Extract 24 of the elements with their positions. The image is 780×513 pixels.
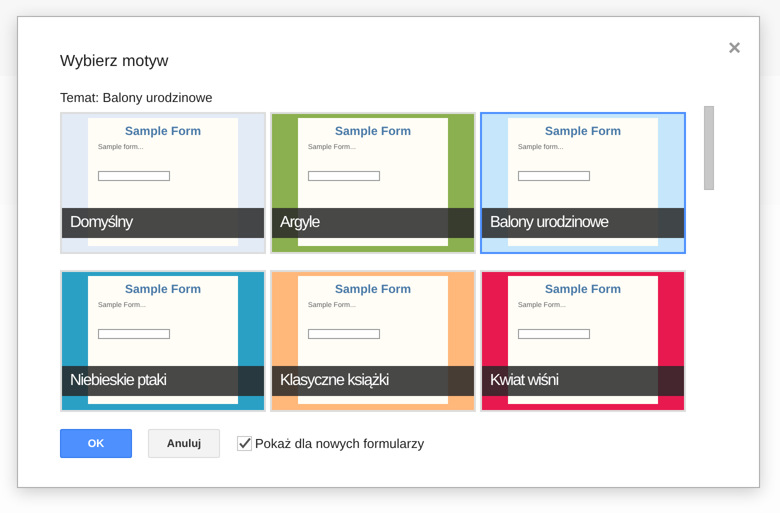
current-theme-label: Temat: Balony urodzinowe: [60, 90, 214, 105]
preview-title: Sample Form: [544, 282, 622, 296]
preview-field: [308, 171, 380, 181]
cancel-button[interactable]: Anuluj: [148, 429, 220, 458]
preview-field: [98, 329, 170, 339]
preview-title: Sample Form: [334, 282, 412, 296]
theme-name: Niebieskie ptaki: [62, 366, 264, 396]
preview-title: Sample Form: [334, 124, 412, 138]
checkbox-label: Pokaż dla nowych formularzy: [255, 436, 424, 451]
theme-name: Klasyczne książki: [272, 366, 474, 396]
preview-title: Sample Form: [124, 124, 202, 138]
scrollbar-thumb[interactable]: [704, 106, 714, 190]
theme-name: Domyślny: [62, 208, 264, 238]
theme-name: Argyle: [272, 208, 474, 238]
preview-field: [98, 171, 170, 181]
preview-field: [518, 329, 590, 339]
dialog-title: Wybierz motyw: [60, 53, 168, 71]
preview-field: [518, 171, 590, 181]
preview-title: Sample Form: [124, 282, 202, 296]
preview-title: Sample Form: [544, 124, 622, 138]
checkbox[interactable]: [237, 436, 252, 451]
theme-name: Balony urodzinowe: [482, 208, 684, 238]
theme-name: Kwiat wiśni: [482, 366, 684, 396]
preview-field: [308, 329, 380, 339]
